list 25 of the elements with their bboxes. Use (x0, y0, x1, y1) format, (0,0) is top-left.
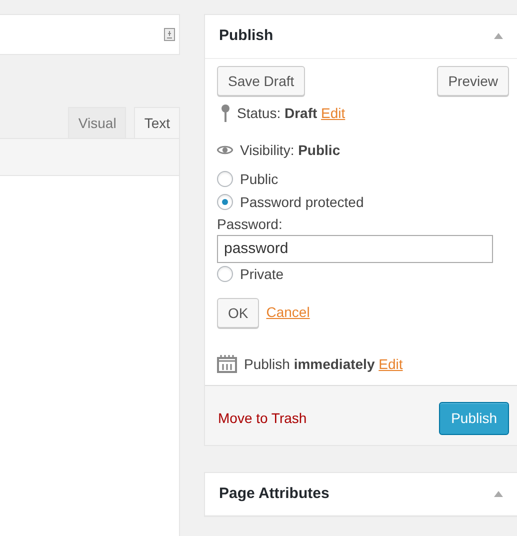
calendar-icon (217, 355, 237, 373)
status-text: Status: Draft Edit (237, 104, 346, 122)
panel-title: Publish (219, 26, 274, 46)
collapse-icon[interactable] (494, 490, 503, 497)
move-to-trash-link[interactable]: Move to Trash (218, 408, 307, 428)
collapse-icon[interactable] (494, 33, 503, 40)
radio-label: Password protected (240, 192, 364, 212)
save-draft-button[interactable]: Save Draft (217, 66, 306, 96)
eye-icon (217, 145, 233, 155)
radio-button[interactable] (217, 266, 233, 282)
schedule-text: Publish immediately Edit (244, 354, 403, 374)
editor-tab[interactable]: Visual (68, 107, 126, 138)
preview-button[interactable]: Preview (437, 66, 509, 96)
media-icon[interactable] (164, 28, 175, 41)
editor-tab[interactable]: Text (134, 107, 180, 138)
password-field[interactable]: password (217, 234, 493, 262)
panel-title: Page Attributes (219, 484, 330, 504)
ok-button[interactable]: OK (217, 298, 260, 328)
visibility-text: Visibility: Public (240, 140, 340, 160)
radio-button[interactable] (217, 171, 233, 187)
radio-label: Private (240, 264, 284, 284)
pin-icon (221, 104, 230, 122)
radio-button[interactable] (217, 194, 233, 210)
radio-label: Public (240, 170, 278, 188)
password-label: Password: (217, 214, 282, 234)
